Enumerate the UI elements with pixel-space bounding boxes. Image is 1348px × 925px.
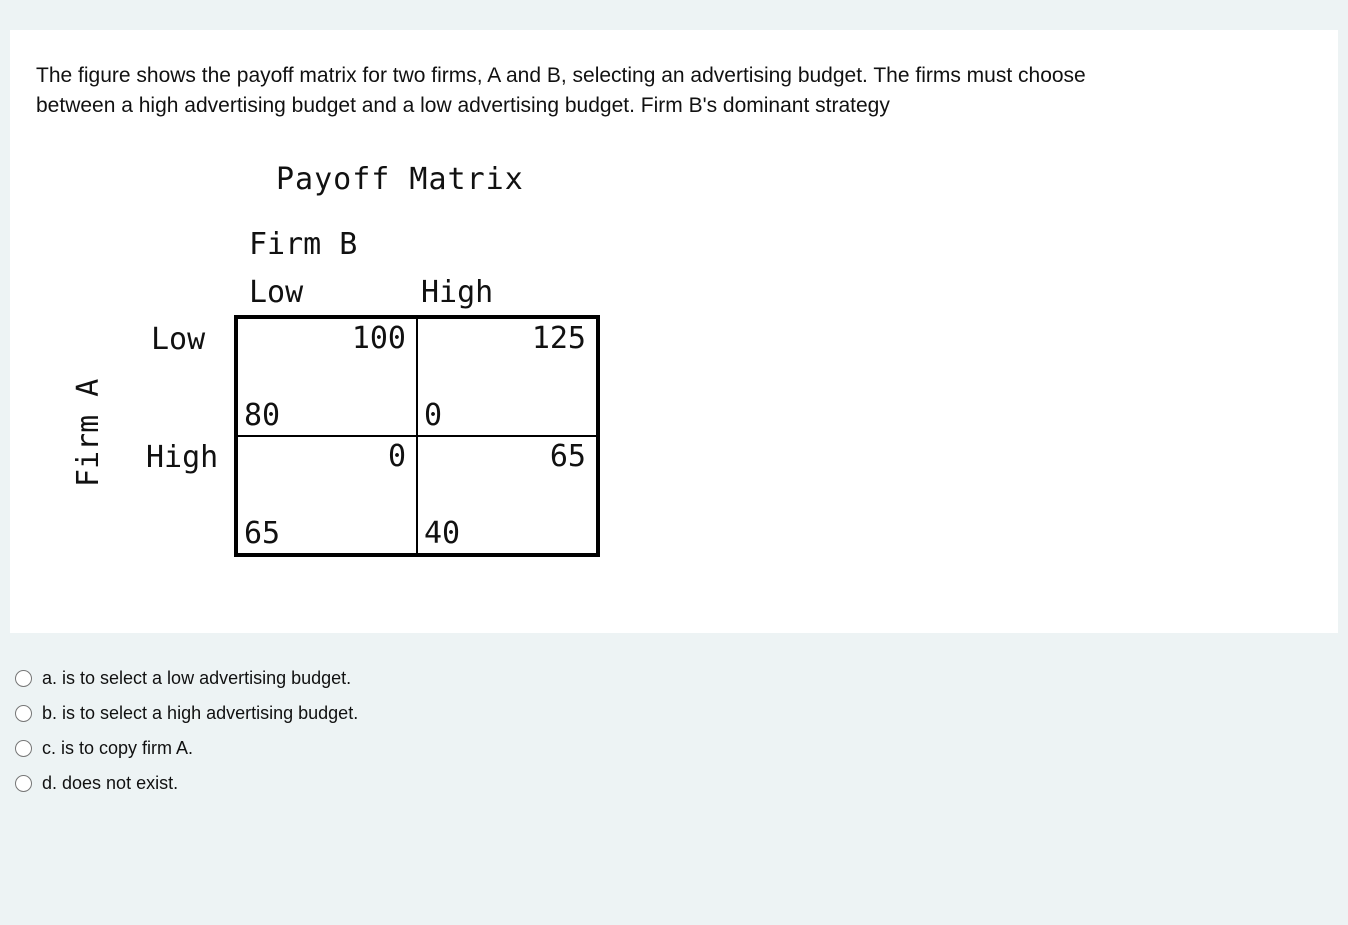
option-b[interactable]: b. is to select a high advertising budge…: [15, 703, 1333, 724]
col-header-high: High: [421, 275, 493, 310]
option-a-label: a. is to select a low advertising budget…: [42, 668, 351, 689]
cell-high-high: 65 40: [417, 436, 597, 554]
option-a-radio[interactable]: [15, 670, 32, 687]
cell-low-high: 125 0: [417, 318, 597, 436]
payoff-b: 100: [352, 321, 406, 356]
col-header-low: Low: [249, 275, 303, 310]
question-text: The figure shows the payoff matrix for t…: [36, 61, 1136, 122]
option-a[interactable]: a. is to select a low advertising budget…: [15, 668, 1333, 689]
payoff-a: 65: [244, 516, 280, 551]
option-d-label: d. does not exist.: [42, 773, 178, 794]
payoff-a: 0: [424, 398, 442, 433]
answer-options: a. is to select a low advertising budget…: [10, 668, 1338, 794]
option-d[interactable]: d. does not exist.: [15, 773, 1333, 794]
option-c-radio[interactable]: [15, 740, 32, 757]
option-d-radio[interactable]: [15, 775, 32, 792]
payoff-a: 40: [424, 516, 460, 551]
cell-low-low: 100 80: [237, 318, 417, 436]
question-card: The figure shows the payoff matrix for t…: [10, 30, 1338, 633]
row-header-low: Low: [151, 322, 205, 357]
option-b-label: b. is to select a high advertising budge…: [42, 703, 358, 724]
matrix-title: Payoff Matrix: [276, 162, 1312, 197]
payoff-a: 80: [244, 398, 280, 433]
column-player-label: Firm B: [249, 227, 357, 262]
cell-high-low: 0 65: [237, 436, 417, 554]
option-c[interactable]: c. is to copy firm A.: [15, 738, 1333, 759]
row-header-high: High: [146, 440, 218, 475]
payoff-matrix: Payoff Matrix Firm B Low High Firm A Low…: [66, 162, 1312, 607]
row-player-label: Firm A: [71, 379, 106, 487]
payoff-b: 0: [388, 439, 406, 474]
option-c-label: c. is to copy firm A.: [42, 738, 193, 759]
payoff-b: 65: [550, 439, 586, 474]
option-b-radio[interactable]: [15, 705, 32, 722]
payoff-b: 125: [532, 321, 586, 356]
matrix-grid: 100 80 125 0 0 65 65 40: [234, 315, 600, 557]
